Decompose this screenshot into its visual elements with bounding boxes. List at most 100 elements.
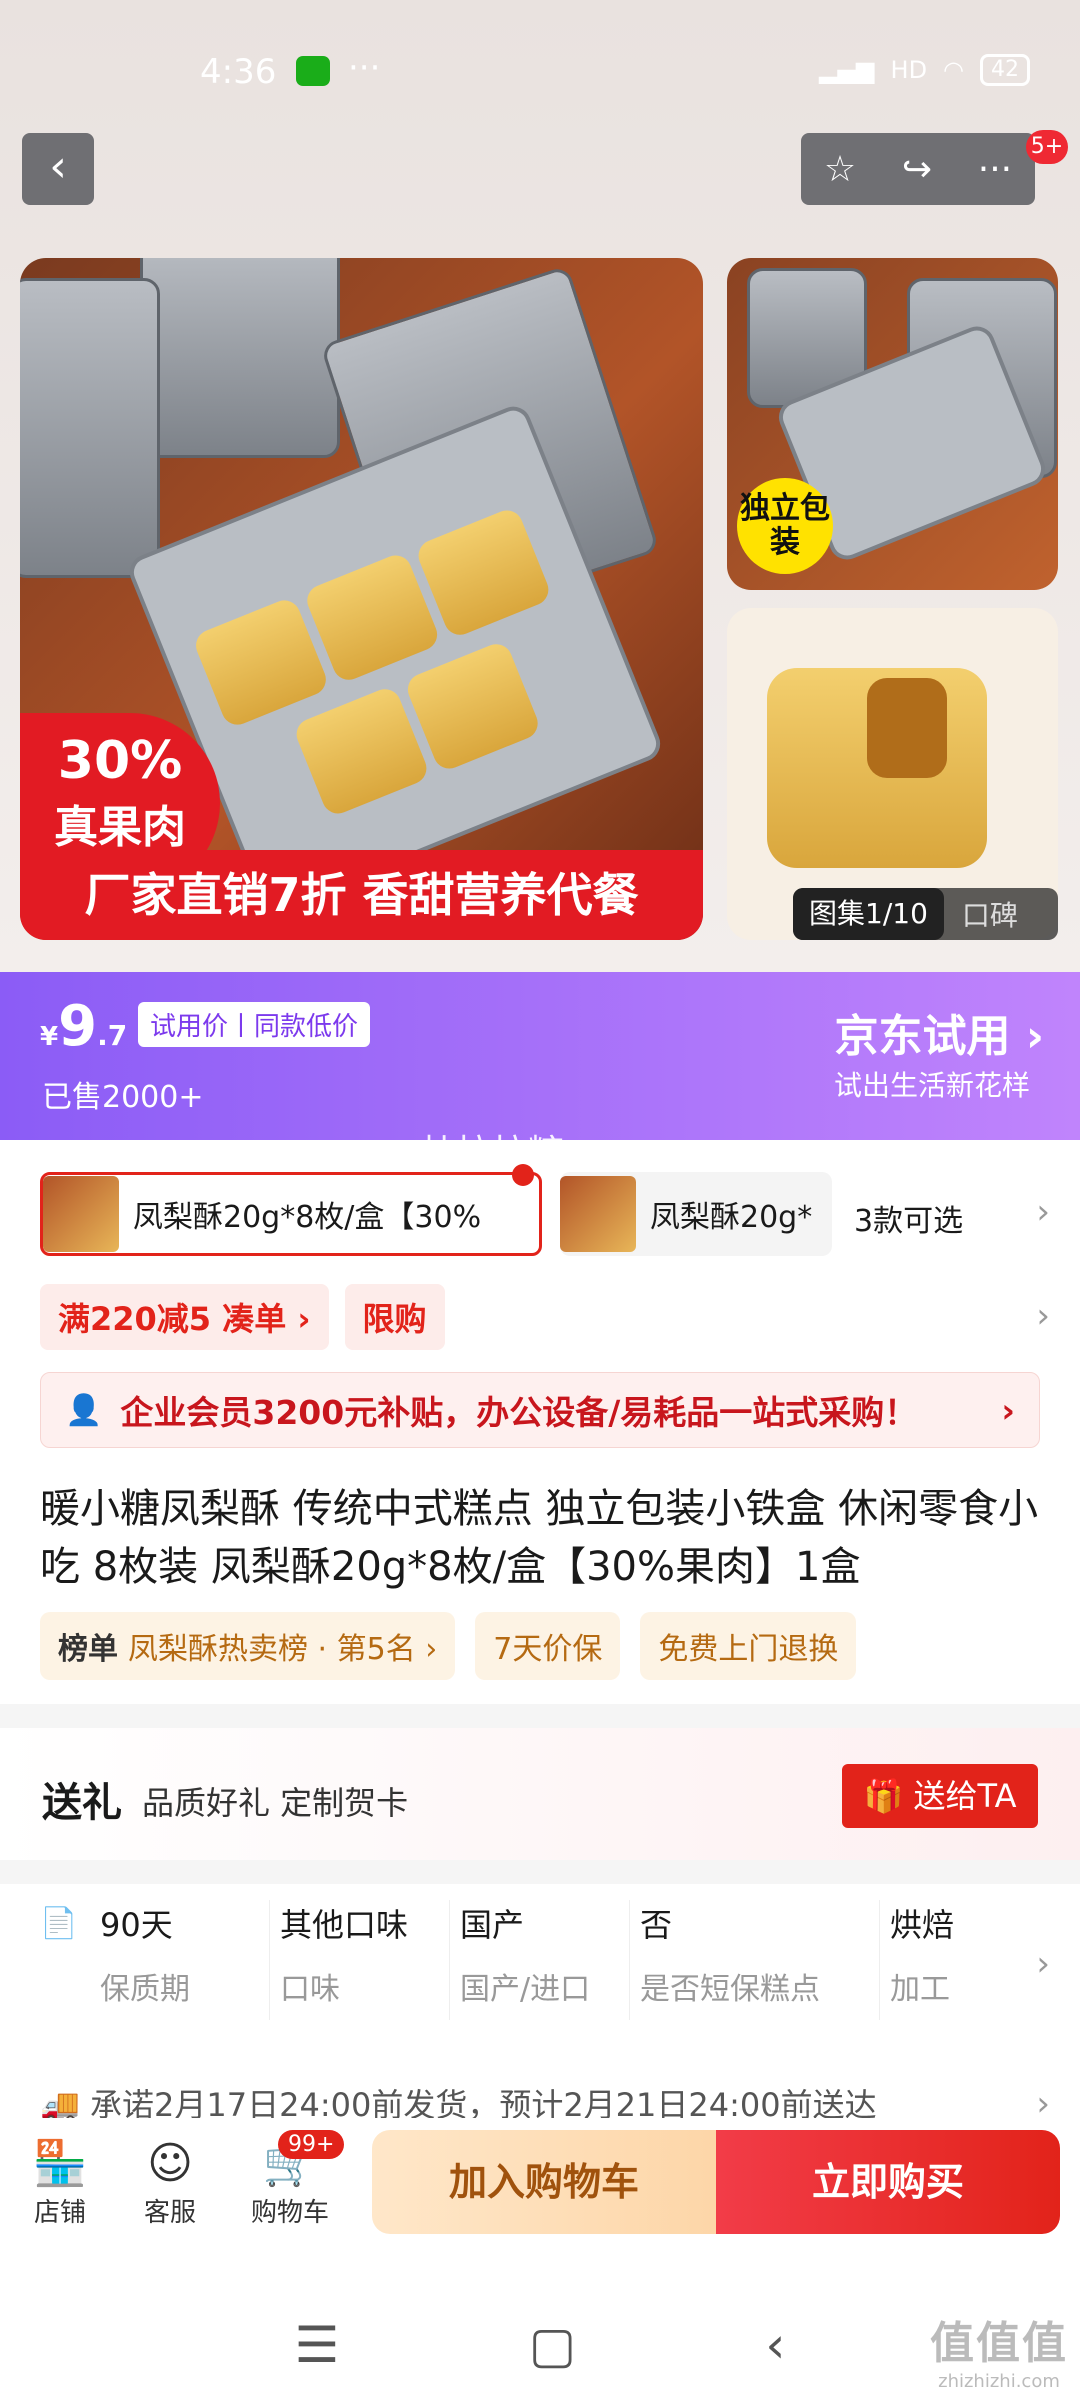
- variant-thumbnail: [560, 1176, 636, 1252]
- customer-service-button[interactable]: ☺ 客服: [120, 2136, 220, 2229]
- jd-trial-subtitle: 试出生活新花样: [833, 1069, 1030, 1102]
- status-time: 4:36: [200, 52, 277, 92]
- spec-value: 90天: [100, 1906, 173, 1944]
- document-icon: 📄: [40, 1906, 78, 1941]
- shipping-info[interactable]: 🚚 承诺2月17日24:00前发货，预计2月21日24:00前送达: [40, 2080, 1040, 2120]
- user-icon: 👤: [65, 1392, 103, 1428]
- variant-thumbnail: [43, 1176, 119, 1252]
- watermark: 值值值 zhizhizhi.com: [930, 2307, 1068, 2392]
- spec-value: 烘焙: [890, 1906, 955, 1944]
- variant-count[interactable]: 3款可选: [854, 1196, 963, 1240]
- more-icon[interactable]: ···: [978, 149, 1012, 190]
- variant-label: 凤梨酥20g*: [650, 1200, 813, 1235]
- spec-item: 国产国产/进口: [450, 1900, 630, 2020]
- spec-list[interactable]: 📄 90天保质期 其他口味口味 国产国产/进口 否是否短保糕点 烘焙加工: [40, 1900, 1040, 2020]
- spec-key: 国产/进口: [460, 1972, 591, 2007]
- free-return-tag[interactable]: 免费上门退换: [640, 1612, 857, 1680]
- price-integer: 9: [58, 994, 98, 1059]
- spec-item: 烘焙 加工: [880, 1900, 960, 2020]
- wechat-icon: [296, 56, 330, 86]
- product-tags: 榜单 凤梨酥热卖榜 · 第5名 › 7天价保 免费上门退换: [40, 1612, 857, 1680]
- variant-selector: 凤梨酥20g*8枚/盒【30% 凤梨酥20g* 3款可选 ›: [40, 1164, 1050, 1256]
- spec-item: 90天保质期: [90, 1900, 270, 2020]
- rank-text: 凤梨酥热卖榜 · 第5名 ›: [128, 1632, 438, 1667]
- header-area: 4:36 ··· ▂▄▆ HD ◠ 42 ‹ ☆ ↪ ··· 5+ 30% 真果…: [0, 0, 1080, 975]
- side-product-image-1[interactable]: 独立包装: [727, 258, 1058, 590]
- divider: [0, 1860, 1080, 1884]
- menu-icon[interactable]: ☰: [295, 2316, 340, 2374]
- service-label: 客服: [143, 2198, 196, 2228]
- buy-now-button[interactable]: 立即购买: [716, 2130, 1060, 2234]
- shop-icon: 🏪: [32, 2138, 88, 2189]
- price-protect-tag[interactable]: 7天价保: [475, 1612, 621, 1680]
- spec-item: 否是否短保糕点: [630, 1900, 880, 2020]
- promotion-tags: 满220减5 凑单 › 限购: [40, 1284, 445, 1350]
- service-icon: ☺: [147, 2138, 193, 2189]
- spec-key: 口味: [280, 1972, 340, 2007]
- price: ¥9.7: [40, 994, 127, 1059]
- battery-icon: 42: [980, 54, 1030, 86]
- shop-button[interactable]: 🏪 店铺: [10, 2136, 110, 2229]
- spec-value: 国产: [460, 1906, 525, 1944]
- spec-item: 其他口味 口味: [270, 1900, 450, 2020]
- enterprise-banner[interactable]: 👤 企业会员3200元补贴，办公设备/易耗品一站式采购！ ›: [40, 1372, 1040, 1448]
- variant-option-selected[interactable]: 凤梨酥20g*8枚/盒【30%: [40, 1172, 542, 1256]
- rank-tag[interactable]: 榜单 凤梨酥热卖榜 · 第5名 ›: [40, 1612, 456, 1680]
- favorite-icon[interactable]: ☆: [824, 149, 856, 190]
- spec-key: 加工: [890, 1972, 950, 2007]
- enterprise-text: 企业会员3200元补贴，办公设备/易耗品一站式采购！: [120, 1393, 918, 1432]
- cake-shape: [302, 550, 442, 685]
- main-image-banner: 厂家直销7折 香甜营养代餐: [20, 850, 703, 940]
- gift-subtitle: 品质好礼 定制贺卡: [142, 1784, 409, 1822]
- jd-trial-title-text: 京东试用: [834, 1011, 1011, 1062]
- badge-text: 真果肉: [54, 802, 186, 853]
- badge-percent: 30%: [57, 731, 183, 791]
- variant-selected-dot: [512, 1164, 534, 1186]
- rank-label: 榜单: [58, 1632, 118, 1667]
- cake-shape: [413, 505, 554, 640]
- chevron-right-icon: ›: [1025, 1011, 1044, 1062]
- variant-option[interactable]: 凤梨酥20g*: [560, 1172, 832, 1256]
- nav-actions: ☆ ↪ ···: [801, 133, 1035, 205]
- main-product-image[interactable]: 30% 真果肉 厂家直销7折 香甜营养代餐: [20, 258, 703, 940]
- back-icon[interactable]: ‹: [765, 2316, 785, 2374]
- tab-gallery[interactable]: 图集1/10: [793, 888, 944, 940]
- promo-discount[interactable]: 满220减5 凑单 ›: [40, 1284, 329, 1350]
- truck-icon: 🚚: [40, 2086, 80, 2120]
- cake-shape: [403, 639, 543, 774]
- independent-pack-badge: 独立包装: [737, 478, 833, 574]
- gift-title: 送礼: [42, 1780, 122, 1826]
- system-nav-bar: ☰ ▢ ‹: [0, 2290, 1080, 2400]
- spec-value: 否: [640, 1906, 673, 1944]
- status-right: ▂▄▆ HD ◠ 42: [819, 54, 1030, 86]
- tin-shape: [140, 258, 340, 458]
- add-to-cart-button[interactable]: 加入购物车: [372, 2130, 716, 2234]
- trial-banner[interactable]: ¥9.7 试用价丨同款低价 已售2000+ 京东试用 › 试出生活新花样: [0, 972, 1080, 1140]
- tin-shape: [20, 278, 160, 578]
- network-label: HD: [890, 56, 928, 84]
- spec-key: 保质期: [100, 1972, 190, 2007]
- signal-icon: ▂▄▆: [819, 56, 875, 84]
- home-icon[interactable]: ▢: [529, 2316, 576, 2374]
- watermark-url: zhizhizhi.com: [938, 2371, 1060, 2392]
- promo-limit[interactable]: 限购: [344, 1284, 445, 1350]
- send-gift-button[interactable]: 🎁 送给TA: [842, 1764, 1038, 1828]
- gallery-tabs: 图集1/10 口碑: [793, 888, 1058, 940]
- spec-value: 其他口味: [280, 1906, 409, 1944]
- jd-trial-title: 京东试用 ›: [835, 1000, 1044, 1064]
- back-button[interactable]: ‹: [22, 133, 94, 205]
- chevron-right-icon[interactable]: ›: [1036, 1944, 1050, 1984]
- gift-section: 送礼 品质好礼 定制贺卡 🎁 送给TA: [0, 1728, 1080, 1860]
- currency-symbol: ¥: [40, 1022, 59, 1052]
- price-decimal: .7: [97, 1019, 128, 1052]
- product-title: 暖小糖凤梨酥 传统中式糕点 独立包装小铁盒 休闲零食小吃 8枚装 凤梨酥20g*…: [40, 1486, 1039, 1590]
- cart-label: 购物车: [250, 2198, 329, 2228]
- share-icon[interactable]: ↪: [902, 149, 932, 190]
- tab-reviews[interactable]: 口碑: [944, 894, 1036, 934]
- chevron-right-icon[interactable]: ›: [1036, 1296, 1050, 1336]
- wifi-icon: ◠: [943, 56, 964, 84]
- message-badge: 5+: [1026, 130, 1068, 164]
- price-tag: 试用价丨同款低价: [138, 1002, 371, 1047]
- chevron-right-icon[interactable]: ›: [1036, 1192, 1050, 1232]
- status-dots: ···: [348, 48, 381, 88]
